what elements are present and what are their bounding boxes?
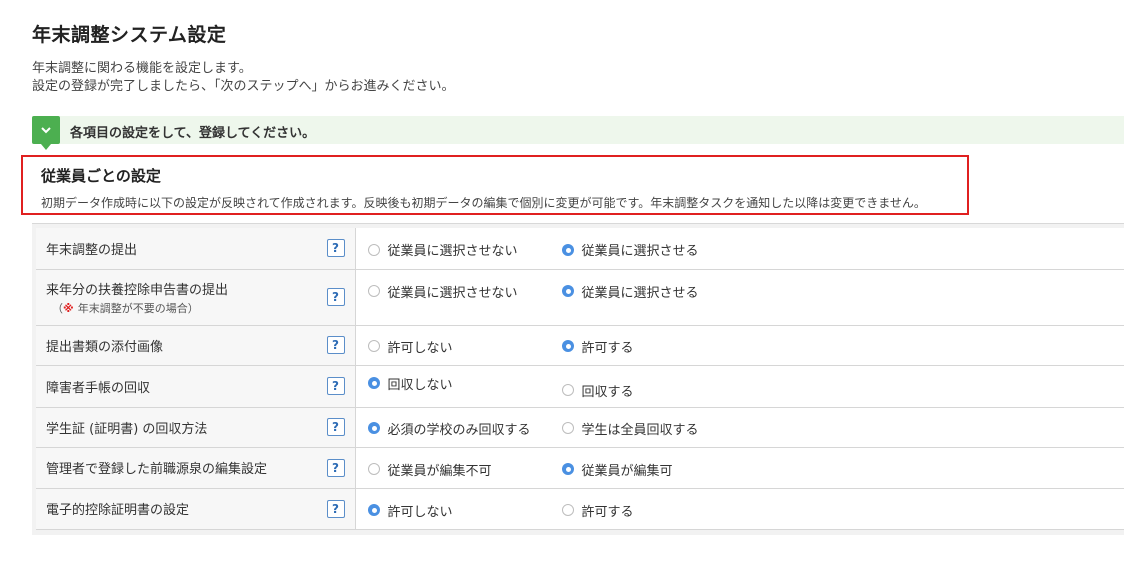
setting-options-cell: 許可しない 許可する xyxy=(355,488,1124,530)
radio-selected-icon[interactable] xyxy=(561,243,574,256)
radio-option[interactable]: 従業員に選択させる xyxy=(561,282,699,301)
setting-label: 提出書類の添付画像 xyxy=(46,339,164,355)
setting-row: 来年分の扶養控除申告書の提出 （※ 年末調整が不要の場合）? 従業員に選択させない 従業… xyxy=(36,269,1124,326)
radio-option[interactable]: 許可する xyxy=(561,501,634,520)
radio-option[interactable]: 回収する xyxy=(561,381,634,400)
setting-label-cell: 電子的控除証明書の設定? xyxy=(36,488,356,530)
setting-options-cell: 許可しない 許可する xyxy=(355,325,1124,366)
radio-option-label: 従業員が編集不可 xyxy=(387,463,492,479)
sublabel-paren: （ xyxy=(52,301,63,315)
radio-unselected-icon[interactable] xyxy=(561,384,574,396)
radio-option-label: 回収する xyxy=(581,384,634,400)
setting-label-cell: 年末調整の提出? xyxy=(36,228,356,270)
setting-label-cell: 管理者で登録した前職源泉の編集設定? xyxy=(36,447,356,489)
radio-option[interactable]: 許可しない xyxy=(367,337,453,356)
settings-table: 年末調整の提出? 従業員に選択させない 従業員に選択させる 来年分の扶養控除申告書の提… xyxy=(36,228,1124,530)
page-description: 年末調整に関わる機能を設定します。 設定の登録が完了しましたら、「次のステップへ… xyxy=(32,60,455,96)
setting-label: 年末調整の提出 xyxy=(46,242,138,258)
help-icon[interactable]: ? xyxy=(326,499,345,518)
radio-option[interactable]: 従業員が編集可 xyxy=(561,460,673,479)
setting-label: 学生証 (証明書) の回収方法 xyxy=(46,421,208,437)
radio-selected-icon[interactable] xyxy=(367,504,380,516)
radio-option-label: 従業員に選択させる xyxy=(581,244,699,259)
setting-label-cell: 来年分の扶養控除申告書の提出 （※ 年末調整が不要の場合）? xyxy=(36,269,356,326)
radio-option[interactable]: 回収しない xyxy=(367,374,453,393)
description-line-1: 年末調整に関わる機能を設定します。 xyxy=(32,61,252,76)
setting-row: 電子的控除証明書の設定? 許可しない 許可する xyxy=(36,488,1124,530)
radio-selected-icon[interactable] xyxy=(367,377,380,389)
radio-selected-icon[interactable] xyxy=(561,463,574,475)
page-title: 年末調整システム設定 xyxy=(32,24,227,46)
setting-sublabel: （※ 年末調整が不要の場合） xyxy=(46,300,355,316)
radio-unselected-icon[interactable] xyxy=(561,422,574,434)
radio-option[interactable]: 許可する xyxy=(561,337,634,356)
radio-unselected-icon[interactable] xyxy=(367,463,380,475)
radio-option-label: 回収しない xyxy=(387,377,453,393)
chevron-down-icon xyxy=(32,116,60,150)
radio-option-label: 許可しない xyxy=(387,340,453,356)
radio-option[interactable]: 学生は全員回収する xyxy=(561,419,699,438)
guide-text: 各項目の設定をして、登録してください。 xyxy=(70,126,316,141)
setting-label: 来年分の扶養控除申告書の提出 xyxy=(46,282,229,298)
help-icon[interactable]: ? xyxy=(326,288,345,306)
sublabel-text: 年末調整が不要の場合） xyxy=(77,301,199,315)
radio-unselected-icon[interactable] xyxy=(367,285,380,297)
section-note: 初期データ作成時に以下の設定が反映されて作成されます。反映後も初期データの編集で… xyxy=(41,196,926,210)
help-icon[interactable]: ? xyxy=(326,418,345,436)
employee-settings-section: 従業員ごとの設定 初期データ作成時に以下の設定が反映されて作成されます。反映後も… xyxy=(21,155,969,215)
help-icon[interactable]: ? xyxy=(326,239,345,258)
radio-unselected-icon[interactable] xyxy=(367,340,380,352)
radio-option-label: 従業員に選択させない xyxy=(387,244,518,259)
setting-row: 提出書類の添付画像? 許可しない 許可する xyxy=(36,325,1124,366)
radio-option[interactable]: 許可しない xyxy=(367,501,453,520)
setting-label: 障害者手帳の回収 xyxy=(46,380,151,396)
setting-label-cell: 提出書類の添付画像? xyxy=(36,325,356,366)
help-icon[interactable]: ? xyxy=(326,377,345,395)
radio-option-label: 許可しない xyxy=(387,504,453,520)
radio-option-label: 許可する xyxy=(581,340,634,356)
radio-option-label: 従業員に選択させない xyxy=(387,285,518,301)
settings-table-wrap: 年末調整の提出? 従業員に選択させない 従業員に選択させる 来年分の扶養控除申告書の提… xyxy=(32,223,1124,535)
radio-unselected-icon[interactable] xyxy=(367,243,380,256)
setting-options-cell: 従業員に選択させない 従業員に選択させる xyxy=(355,269,1124,326)
radio-option[interactable]: 従業員が編集不可 xyxy=(367,460,492,479)
setting-label-cell: 学生証 (証明書) の回収方法? xyxy=(36,407,356,448)
setting-options-cell: 従業員が編集不可 従業員が編集可 xyxy=(355,447,1124,489)
setting-options-cell: 必須の学校のみ回収する 学生は全員回収する xyxy=(355,407,1124,448)
radio-option-label: 従業員が編集可 xyxy=(581,463,673,479)
setting-options-cell: 従業員に選択させない 従業員に選択させる xyxy=(355,228,1124,270)
radio-option[interactable]: 従業員に選択させない xyxy=(367,240,518,259)
radio-option-label: 許可する xyxy=(581,504,634,520)
setting-label: 管理者で登録した前職源泉の編集設定 xyxy=(46,462,268,477)
guide-bar: 各項目の設定をして、登録してください。 xyxy=(32,116,1124,150)
setting-label: 電子的控除証明書の設定 xyxy=(46,503,190,518)
radio-selected-icon[interactable] xyxy=(561,340,574,352)
radio-selected-icon[interactable] xyxy=(561,285,574,297)
setting-row: 学生証 (証明書) の回収方法? 必須の学校のみ回収する 学生は全員回収する xyxy=(36,407,1124,448)
radio-selected-icon[interactable] xyxy=(367,422,380,434)
help-icon[interactable]: ? xyxy=(326,336,345,354)
radio-option-label: 従業員に選択させる xyxy=(581,285,699,301)
note-mark: ※ xyxy=(63,301,74,315)
radio-option[interactable]: 従業員に選択させない xyxy=(367,282,518,301)
radio-option-label: 必須の学校のみ回収する xyxy=(387,422,531,438)
setting-row: 障害者手帳の回収? 回収しない 回収する xyxy=(36,365,1124,408)
setting-label-cell: 障害者手帳の回収? xyxy=(36,365,356,408)
setting-options-cell: 回収しない 回収する xyxy=(355,365,1124,408)
radio-option-label: 学生は全員回収する xyxy=(581,422,699,438)
setting-row: 管理者で登録した前職源泉の編集設定? 従業員が編集不可 従業員が編集可 xyxy=(36,447,1124,489)
section-title: 従業員ごとの設定 xyxy=(41,167,161,185)
setting-row: 年末調整の提出? 従業員に選択させない 従業員に選択させる xyxy=(36,228,1124,270)
radio-option[interactable]: 必須の学校のみ回収する xyxy=(367,419,531,438)
description-line-2: 設定の登録が完了しましたら、「次のステップへ」からお進みください。 xyxy=(32,79,455,94)
radio-option[interactable]: 従業員に選択させる xyxy=(561,240,699,259)
radio-unselected-icon[interactable] xyxy=(561,504,574,516)
help-icon[interactable]: ? xyxy=(326,458,345,477)
